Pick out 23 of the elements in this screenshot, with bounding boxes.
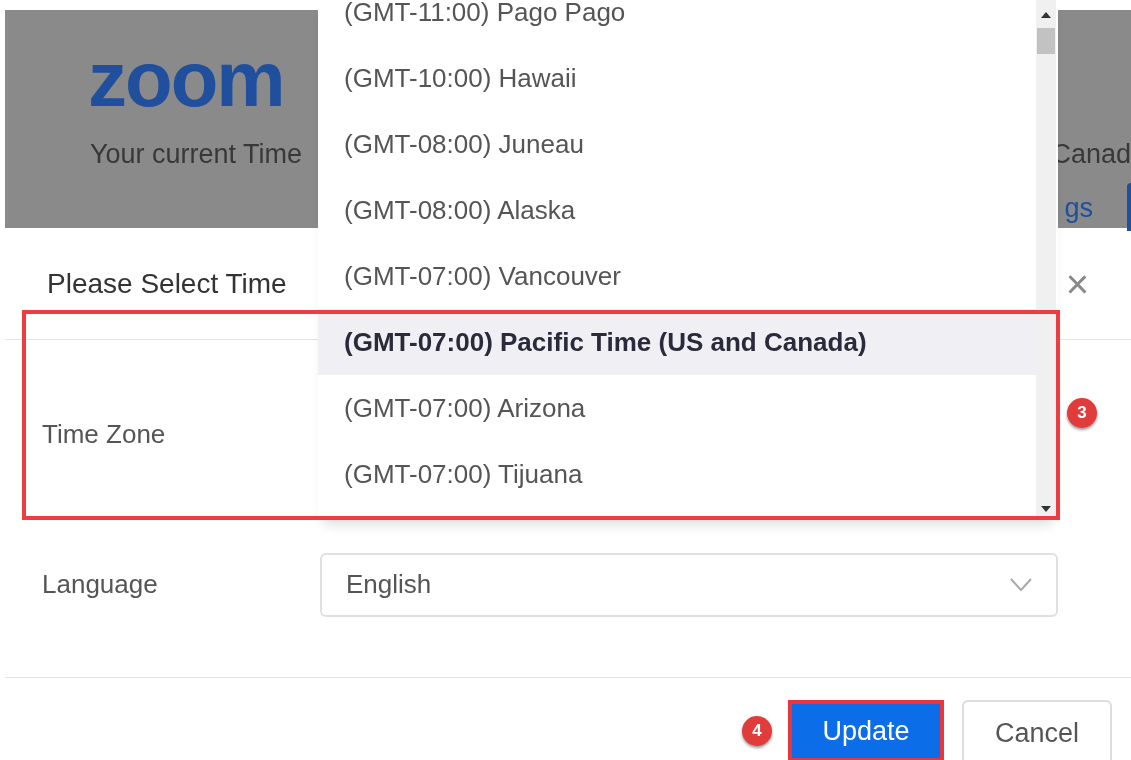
- chevron-down-icon: [1010, 577, 1032, 592]
- dropdown-option[interactable]: (GMT-07:00) Arizona: [318, 375, 1036, 441]
- scroll-up-icon[interactable]: [1041, 12, 1051, 18]
- dropdown-option[interactable]: (GMT-11:00) Pago Pago: [318, 0, 1036, 45]
- dropdown-option[interactable]: (GMT-08:00) Alaska: [318, 177, 1036, 243]
- step-badge: 3: [1067, 398, 1097, 428]
- dropdown-option[interactable]: (GMT-07:00) Tijuana: [318, 441, 1036, 507]
- language-select[interactable]: English: [320, 552, 1058, 617]
- dropdown-option[interactable]: (GMT-07:00) Pacific Time (US and Canada): [318, 309, 1036, 375]
- update-button[interactable]: Update: [788, 700, 944, 760]
- logo: zoom: [88, 40, 284, 118]
- timezone-text: Your current Time: [90, 138, 303, 171]
- dropdown-option[interactable]: (GMT-08:00) Juneau: [318, 111, 1036, 177]
- dialog-title: Please Select Time: [47, 266, 287, 301]
- cancel-button[interactable]: Cancel: [962, 700, 1112, 760]
- scroll-down-icon[interactable]: [1041, 506, 1051, 512]
- dropdown-option[interactable]: (GMT-07:00) Vancouver: [318, 243, 1036, 309]
- scroll-thumb[interactable]: [1037, 28, 1055, 54]
- dropdown-option[interactable]: (GMT-10:00) Hawaii: [318, 45, 1036, 111]
- field-label: Language: [42, 568, 159, 601]
- close-button[interactable]: ×: [1065, 263, 1089, 304]
- step-badge: 4: [742, 716, 772, 746]
- field-label: Time Zone: [42, 417, 166, 451]
